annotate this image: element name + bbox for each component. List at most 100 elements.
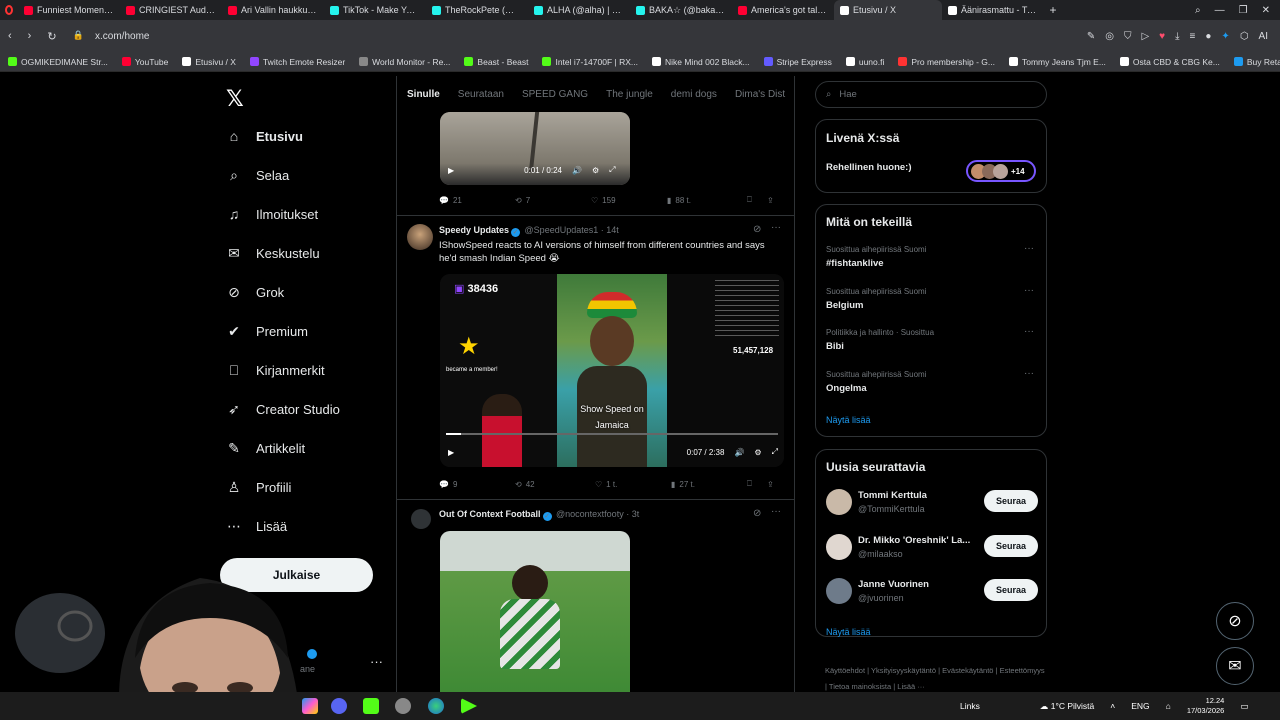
- follow-suggestion[interactable]: Tommi Kerttula @TommiKerttula Seuraa: [826, 487, 1038, 521]
- suggestion-name[interactable]: Dr. Mikko 'Oreshnik' La...: [858, 535, 976, 546]
- bookmark-item[interactable]: Tommy Jeans Tjm E...: [1008, 57, 1106, 67]
- feed-tab[interactable]: Sinulle: [407, 89, 440, 100]
- play-icon[interactable]: ▶: [448, 448, 454, 457]
- heart-icon[interactable]: ♥: [1159, 31, 1165, 42]
- trend-name[interactable]: Bibi: [826, 341, 844, 352]
- nav-item-artikkelit[interactable]: ✎ Artikkelit: [226, 440, 305, 456]
- footer-link[interactable]: Lisää ···: [897, 682, 925, 691]
- trend-more-icon[interactable]: ···: [1024, 368, 1034, 379]
- nav-item-keskustelu[interactable]: ✉ Keskustelu: [226, 245, 319, 261]
- notifications-icon[interactable]: ▭: [1240, 701, 1248, 712]
- download-icon[interactable]: ⤓: [1175, 31, 1179, 42]
- volume-icon[interactable]: 🔊: [572, 166, 582, 175]
- follow-button[interactable]: Seuraa: [984, 490, 1038, 512]
- lang-indicator[interactable]: ENG: [1131, 701, 1149, 711]
- browser-tab[interactable]: America's got talent wor: [732, 0, 834, 20]
- weather[interactable]: ☁ 1°C Pilvistä: [1040, 701, 1094, 712]
- footer-link[interactable]: Tietoa mainoksista: [829, 682, 891, 691]
- follow-suggestion[interactable]: Janne Vuorinen @jvuorinen Seuraa: [826, 576, 1038, 610]
- author-handle[interactable]: @nocontextfooty: [556, 509, 624, 519]
- more-icon[interactable]: ···: [771, 506, 781, 517]
- network-icon[interactable]: ⌂: [1166, 701, 1171, 711]
- new-tab-button[interactable]: +: [1044, 3, 1062, 17]
- bookmark-item[interactable]: Beast - Beast: [464, 57, 528, 67]
- menu-icon[interactable]: ≡: [1190, 31, 1196, 42]
- suggestion-name[interactable]: Janne Vuorinen: [858, 579, 976, 590]
- nav-item-profiili[interactable]: ♙ Profiili: [226, 479, 292, 495]
- search-tabs-icon[interactable]: ⌕: [1195, 5, 1201, 16]
- bookmark-item[interactable]: Buy Retatrutide 10m...: [1233, 57, 1280, 67]
- tweet1-video[interactable]: ▶ 0:01 / 0:24 🔊 ⚙ ⤢: [440, 112, 630, 185]
- avatar[interactable]: [826, 489, 852, 515]
- bookmark-item[interactable]: Stripe Express: [763, 57, 832, 67]
- trend-name[interactable]: Belgium: [826, 300, 863, 311]
- ai-icon[interactable]: AI: [1259, 31, 1268, 42]
- bookmark-item[interactable]: Twitch Emote Resizer: [249, 57, 345, 67]
- camera-icon[interactable]: ◎: [1105, 31, 1114, 42]
- edit-icon[interactable]: ✎: [1087, 31, 1095, 42]
- suggestion-name[interactable]: Tommi Kerttula: [858, 490, 976, 501]
- grok-fab-icon[interactable]: ⊘: [1216, 602, 1254, 640]
- follow-show-more[interactable]: Näytä lisää: [826, 627, 871, 637]
- feed-tab[interactable]: demi dogs: [671, 89, 717, 100]
- browser-tab[interactable]: Äänirasmattu - Tule usko: [942, 0, 1044, 20]
- shield-icon[interactable]: ⛉: [1124, 31, 1132, 42]
- ext-puzzle-icon[interactable]: ✦: [1221, 31, 1229, 42]
- browser-tab[interactable]: CRINGIEST Auditions! Try: [120, 0, 222, 20]
- settings-icon[interactable]: ⚙: [592, 166, 599, 175]
- reply-button[interactable]: 💬 9: [439, 480, 515, 489]
- profile-icon[interactable]: ●: [1205, 31, 1211, 42]
- bookmark-item[interactable]: Osta CBD & CBG Ke...: [1119, 57, 1220, 67]
- reply-button[interactable]: 💬 21: [439, 196, 515, 205]
- bookmark-item[interactable]: Nike Mind 002 Black...: [651, 57, 750, 67]
- forward-icon[interactable]: ›: [28, 30, 32, 43]
- copilot-icon[interactable]: [302, 698, 318, 714]
- feed-tab[interactable]: The jungle: [606, 89, 653, 100]
- grok-icon[interactable]: ⊘: [753, 508, 761, 519]
- browser-tab[interactable]: Etusivu / X: [834, 0, 942, 20]
- tweet3-author[interactable]: Out Of Context Football ✓ @nocontextfooty…: [439, 509, 639, 521]
- volume-icon[interactable]: 🔊: [734, 448, 744, 457]
- author-name[interactable]: Out Of Context Football: [439, 509, 541, 519]
- footer-link[interactable]: Evästekäytäntö: [942, 666, 993, 675]
- settings-icon[interactable]: ⚙: [754, 448, 761, 457]
- search-input[interactable]: ⌕ Hae: [815, 81, 1047, 108]
- tweet2-video[interactable]: ▣ 38436 ★ became a member! Show Speed on…: [440, 274, 784, 467]
- nav-item-lis-[interactable]: ⋯ Lisää: [226, 518, 287, 534]
- play-icon[interactable]: ▷: [1141, 31, 1149, 42]
- footer-link[interactable]: Käyttöehdot: [825, 666, 865, 675]
- nav-item-ilmoitukset[interactable]: ♫ Ilmoitukset: [226, 206, 318, 222]
- reload-icon[interactable]: ↻: [47, 30, 56, 43]
- grok-icon[interactable]: ⊘: [753, 224, 761, 235]
- trend-more-icon[interactable]: ···: [1024, 285, 1034, 296]
- bookmark-item[interactable]: YouTube: [121, 57, 168, 67]
- app-icon[interactable]: [395, 698, 411, 714]
- share-button[interactable]: ⇪: [767, 196, 774, 205]
- repost-button[interactable]: ⟲ 7: [515, 196, 591, 205]
- nav-item-etusivu[interactable]: ⌂ Etusivu: [226, 128, 303, 144]
- avatar[interactable]: [826, 533, 852, 560]
- fullscreen-icon[interactable]: ⤢: [772, 447, 778, 457]
- nav-item-kirjanmerkit[interactable]: ⎕ Kirjanmerkit: [226, 362, 325, 378]
- minimize-icon[interactable]: —: [1215, 5, 1225, 16]
- url-field[interactable]: x.com/home: [95, 31, 149, 42]
- repost-button[interactable]: ⟲ 42: [515, 480, 595, 489]
- footer-link[interactable]: Yksityisyyskäytäntö: [871, 666, 936, 675]
- bookmark-item[interactable]: World Monitor - Re...: [359, 57, 450, 67]
- like-button[interactable]: ♡ 1 t.: [595, 480, 671, 489]
- cube-icon[interactable]: ⬡: [1240, 31, 1249, 42]
- bookmark-item[interactable]: Etusivu / X: [182, 57, 236, 67]
- tweet-time[interactable]: · 3t: [626, 509, 639, 519]
- nav-item-selaa[interactable]: ⌕ Selaa: [226, 167, 289, 183]
- avatar[interactable]: [407, 224, 433, 250]
- bookmark-button[interactable]: ⎕: [747, 479, 767, 489]
- back-icon[interactable]: ‹: [8, 30, 12, 43]
- feed-tab[interactable]: SPEED GANG: [522, 89, 588, 100]
- feed-tab[interactable]: Seurataan: [458, 89, 504, 100]
- feed-tab[interactable]: Dima's Dist: [735, 89, 785, 100]
- tray-chevron-icon[interactable]: ˄: [1110, 701, 1115, 711]
- author-handle[interactable]: @SpeedUpdates1: [525, 225, 599, 235]
- nav-item-grok[interactable]: ⊘ Grok: [226, 284, 284, 300]
- browser-tab[interactable]: BAKA☆ (@bakaflockafla: [630, 0, 732, 20]
- follow-suggestion[interactable]: Dr. Mikko 'Oreshnik' La... @milaakso Seura…: [826, 532, 1038, 566]
